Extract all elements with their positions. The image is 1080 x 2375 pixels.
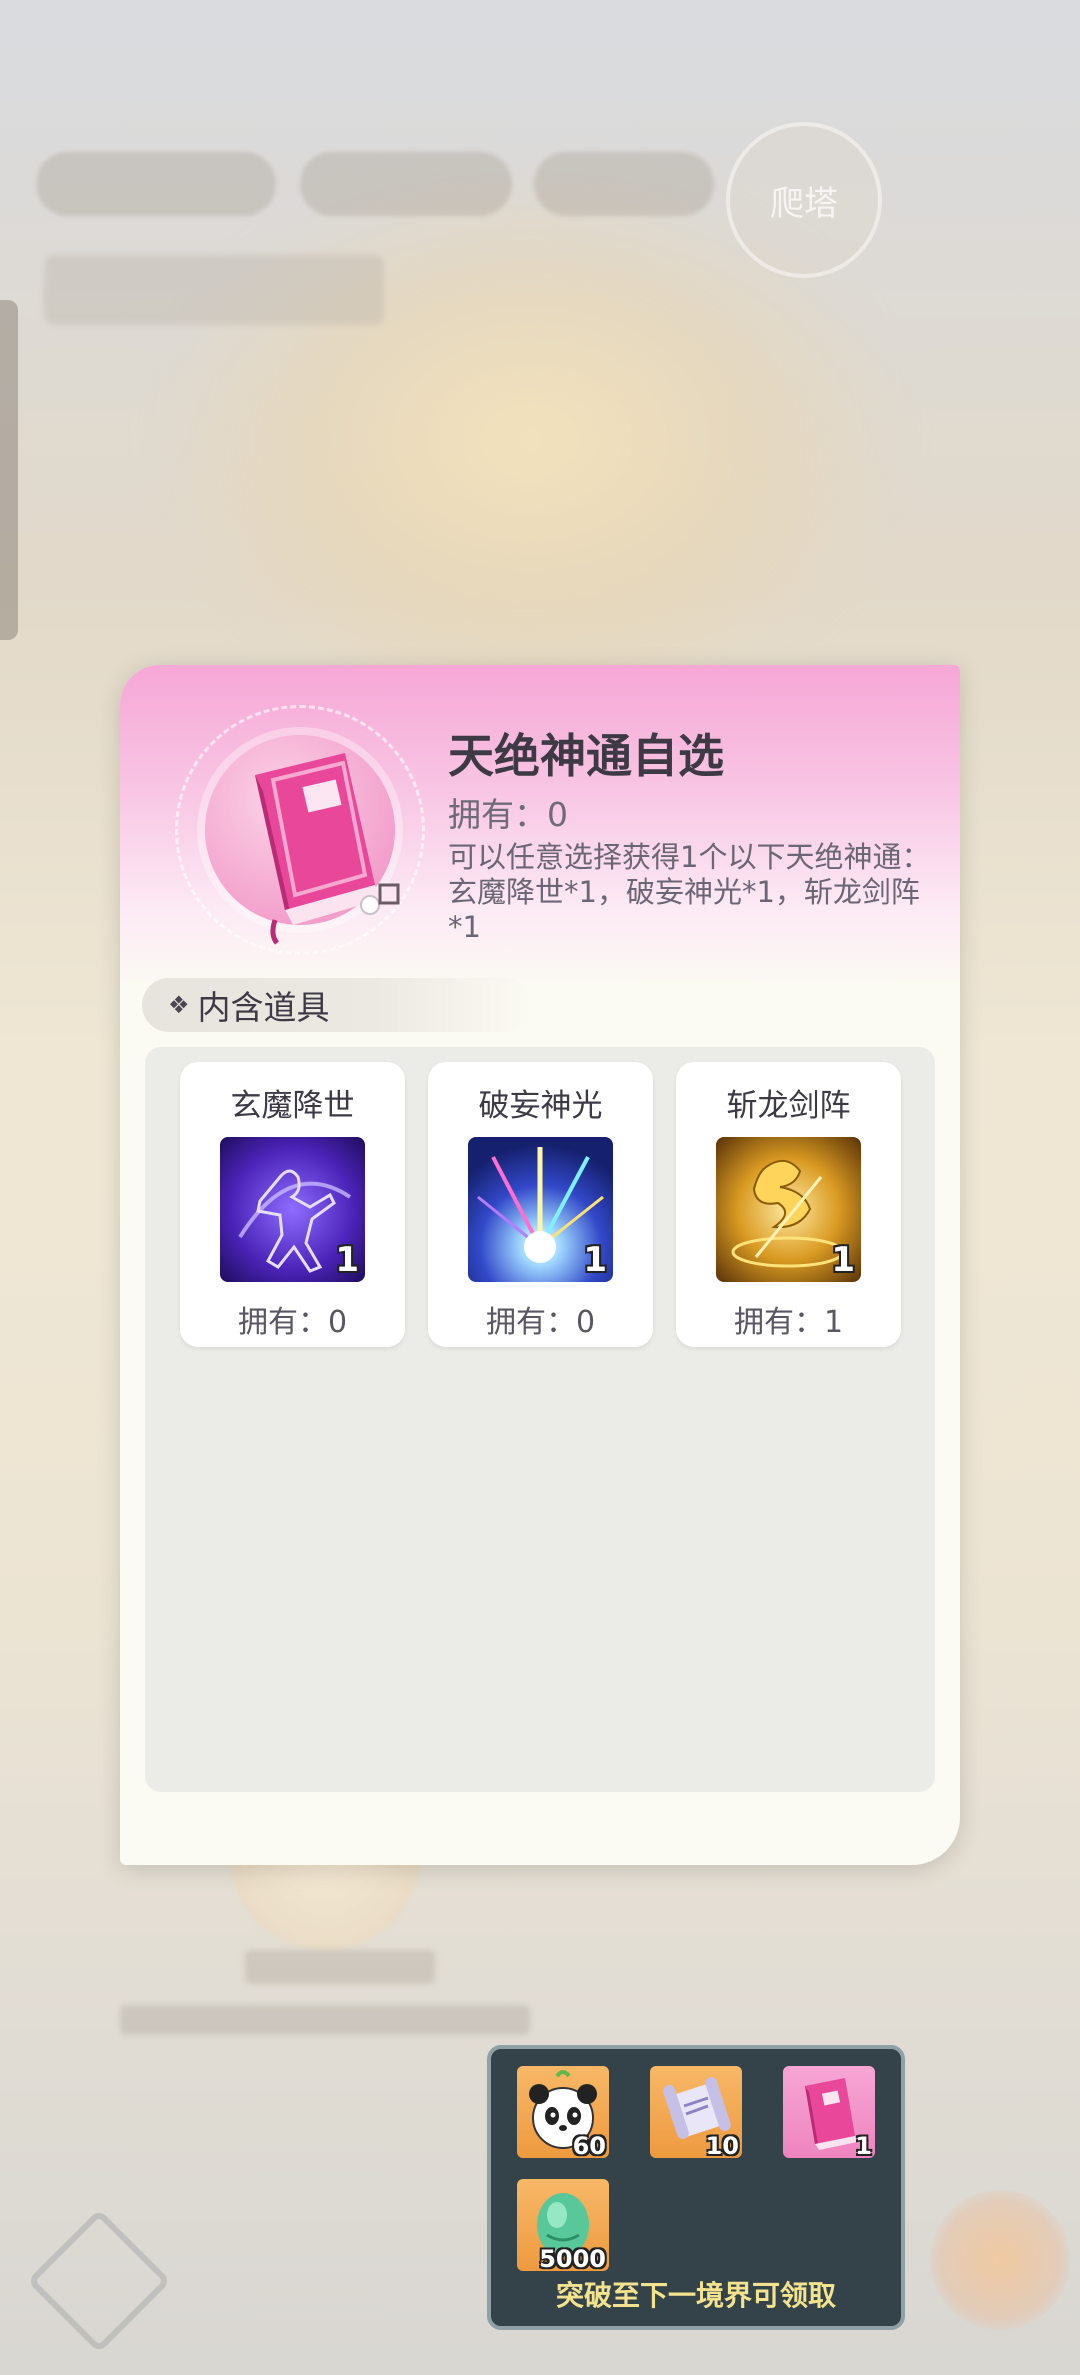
- reward-tooltip-caption: 突破至下一境界可领取: [555, 2279, 836, 2312]
- game-screen: 爬塔 天绝神通自选 拥有：0 可以任意选择获得1个以下天绝神通：玄魔降世*1，破…: [0, 0, 1080, 2375]
- reward-card-owned: 拥有：0: [237, 1305, 348, 1340]
- realm-reward-tooltip: 60 10 1 5000 突破至下一境界可领取: [487, 2045, 905, 2330]
- contents-list: 玄魔降世 1 拥有：0 破妄神光 1 拥有：0 斩龙剑阵 1 拥有：1: [145, 1047, 935, 1792]
- reward-slot-panda[interactable]: 60: [517, 2066, 609, 2158]
- contents-section-text: 内含道具: [197, 988, 330, 1027]
- reward-card-owned: 拥有：0: [485, 1305, 596, 1340]
- reward-slot-spirit-egg[interactable]: 5000: [517, 2179, 609, 2271]
- reward-card-name: 破妄神光: [478, 1088, 603, 1124]
- reward-card-owned: 拥有：1: [733, 1305, 844, 1340]
- golden-dragon-icon: 1: [716, 1137, 861, 1282]
- pink-book-icon: [255, 753, 400, 945]
- reward-slot-scroll[interactable]: 10: [650, 2066, 742, 2158]
- reward-slot-count: 60: [572, 2132, 606, 2158]
- diamond-sparkle-icon: ❖: [168, 991, 190, 1019]
- reward-slot-book[interactable]: 1: [783, 2066, 875, 2158]
- reward-card-zhanlong[interactable]: 斩龙剑阵 1 拥有：1: [676, 1062, 901, 1347]
- reward-card-count: 1: [583, 1240, 607, 1280]
- reward-card-name: 玄魔降世: [230, 1088, 355, 1124]
- divine-light-burst-icon: 1: [468, 1137, 613, 1282]
- reward-slot-count: 10: [705, 2132, 739, 2158]
- reward-card-powang[interactable]: 破妄神光 1 拥有：0: [428, 1062, 653, 1347]
- reward-card-count: 1: [335, 1240, 359, 1280]
- reward-slot-count: 1: [855, 2132, 872, 2158]
- contents-section-label: ❖ 内含道具: [142, 978, 532, 1032]
- item-description: 可以任意选择获得1个以下天绝神通：玄魔降世*1，破妄神光*1，斩龙剑阵*1: [448, 840, 931, 944]
- item-detail-popup: 天绝神通自选 拥有：0 可以任意选择获得1个以下天绝神通：玄魔降世*1，破妄神光…: [120, 665, 960, 1865]
- item-title: 天绝神通自选: [448, 729, 724, 783]
- reward-card-xuanmo[interactable]: 玄魔降世 1 拥有：0: [180, 1062, 405, 1347]
- reward-card-count: 1: [831, 1240, 855, 1280]
- dark-demon-silhouette-icon: 1: [220, 1137, 365, 1282]
- item-owned-count: 拥有：0: [448, 795, 568, 834]
- reward-slot-count: 5000: [539, 2245, 606, 2271]
- reward-card-name: 斩龙剑阵: [726, 1088, 851, 1124]
